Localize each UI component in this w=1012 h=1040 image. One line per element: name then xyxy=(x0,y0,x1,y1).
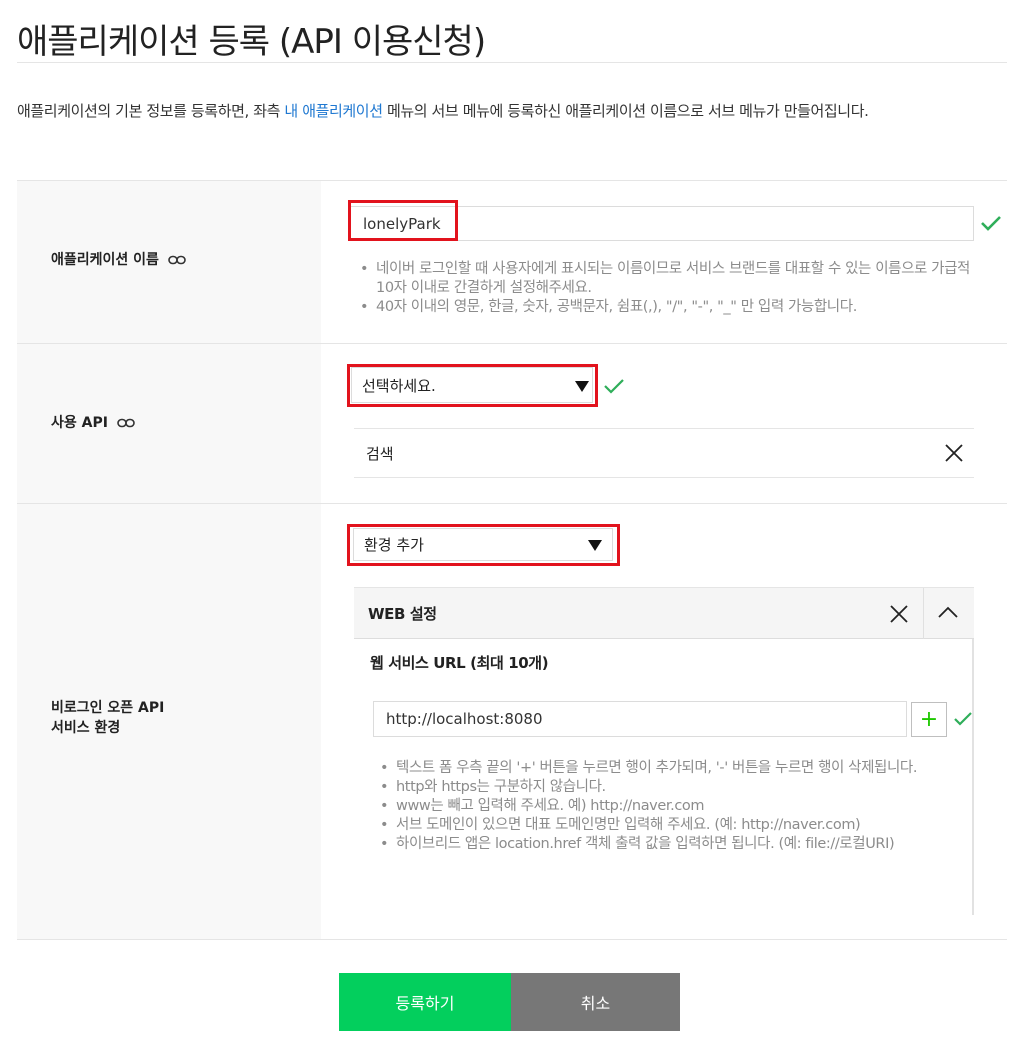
environment-label: 비로그인 오픈 API 서비스 환경 xyxy=(51,698,164,738)
note-item: 네이버 로그인할 때 사용자에게 표시되는 이름이므로 서비스 브랜드를 대표할… xyxy=(360,260,972,298)
plus-icon: + xyxy=(919,707,939,732)
note-item: 서브 도메인이 있으면 대표 도메인명만 입력해 주세요. (예: http:/… xyxy=(380,816,945,835)
page-title: 애플리케이션 등록 (API 이용신청) xyxy=(17,22,486,62)
web-url-input[interactable]: http://localhost:8080 xyxy=(373,701,907,737)
app-name-row: 애플리케이션 이름 lonelyPark 네이버 로그인할 때 사용자에게 표시… xyxy=(17,181,1007,344)
web-url-label: 웹 서비스 URL (최대 10개) xyxy=(370,654,549,672)
selected-api-item: 검색 xyxy=(354,428,974,478)
api-label-cell: 사용 API xyxy=(17,344,321,503)
highlight-box xyxy=(348,200,458,241)
web-settings-title: WEB 설정 xyxy=(368,604,437,623)
highlight-box xyxy=(347,364,598,407)
note-item: www는 빼고 입력해 주세요. 예) http://naver.com xyxy=(380,797,945,816)
environment-row: 비로그인 오픈 API 서비스 환경 환경 추가 WEB 설정 웹 서비스 UR… xyxy=(17,504,1007,940)
note-item: 하이브리드 앱은 location.href 객체 출력 값을 입력하면 됩니다… xyxy=(380,835,945,854)
note-item: 40자 이내의 영문, 한글, 숫자, 공백문자, 쉼표(,), "/", "-… xyxy=(360,298,972,317)
selected-api-label: 검색 xyxy=(366,444,394,463)
highlight-box xyxy=(347,524,620,566)
check-icon xyxy=(954,712,972,726)
intro-text: 애플리케이션의 기본 정보를 등록하면, 좌측 내 애플리케이션 메뉴의 서브 … xyxy=(17,96,1002,126)
environment-label-cell: 비로그인 오픈 API 서비스 환경 xyxy=(17,504,321,939)
link-icon xyxy=(117,418,135,428)
app-name-label: 애플리케이션 이름 xyxy=(51,250,186,270)
application-form: 애플리케이션 이름 lonelyPark 네이버 로그인할 때 사용자에게 표시… xyxy=(17,180,1007,940)
environment-label-line2: 서비스 환경 xyxy=(51,720,121,736)
add-url-button[interactable]: + xyxy=(911,702,947,737)
web-settings-header: WEB 설정 xyxy=(354,587,974,639)
intro-text-start: 애플리케이션의 기본 정보를 등록하면, 좌측 xyxy=(17,102,285,120)
register-button[interactable]: 등록하기 xyxy=(339,973,511,1031)
close-icon[interactable] xyxy=(890,605,908,623)
intro-text-end: 메뉴의 서브 메뉴에 등록하신 애플리케이션 이름으로 서브 메뉴가 만들어집니… xyxy=(382,102,869,120)
api-label: 사용 API xyxy=(51,413,135,433)
api-row: 사용 API 선택하세요. 검색 xyxy=(17,344,1007,504)
app-name-label-text: 애플리케이션 이름 xyxy=(51,252,159,268)
chevron-up-icon[interactable] xyxy=(938,606,958,618)
app-name-label-cell: 애플리케이션 이름 xyxy=(17,181,321,343)
close-icon[interactable] xyxy=(945,444,963,462)
note-item: http와 https는 구분하지 않습니다. xyxy=(380,778,945,797)
check-icon xyxy=(981,216,1001,231)
header-divider xyxy=(923,588,924,639)
note-item: 텍스트 폼 우측 끝의 '+' 버튼을 누르면 행이 추가되며, '-' 버튼을… xyxy=(380,759,945,778)
link-icon xyxy=(167,255,186,265)
my-applications-link[interactable]: 내 애플리케이션 xyxy=(284,102,383,120)
environment-label-line1: 비로그인 오픈 API xyxy=(51,700,165,716)
api-label-text: 사용 API xyxy=(51,415,108,431)
web-url-notes: 텍스트 폼 우측 끝의 '+' 버튼을 누르면 행이 추가되며, '-' 버튼을… xyxy=(380,759,945,854)
title-divider xyxy=(17,62,1007,63)
cancel-button[interactable]: 취소 xyxy=(511,973,680,1031)
check-icon xyxy=(604,379,624,394)
app-name-notes: 네이버 로그인할 때 사용자에게 표시되는 이름이므로 서비스 브랜드를 대표할… xyxy=(360,260,972,317)
